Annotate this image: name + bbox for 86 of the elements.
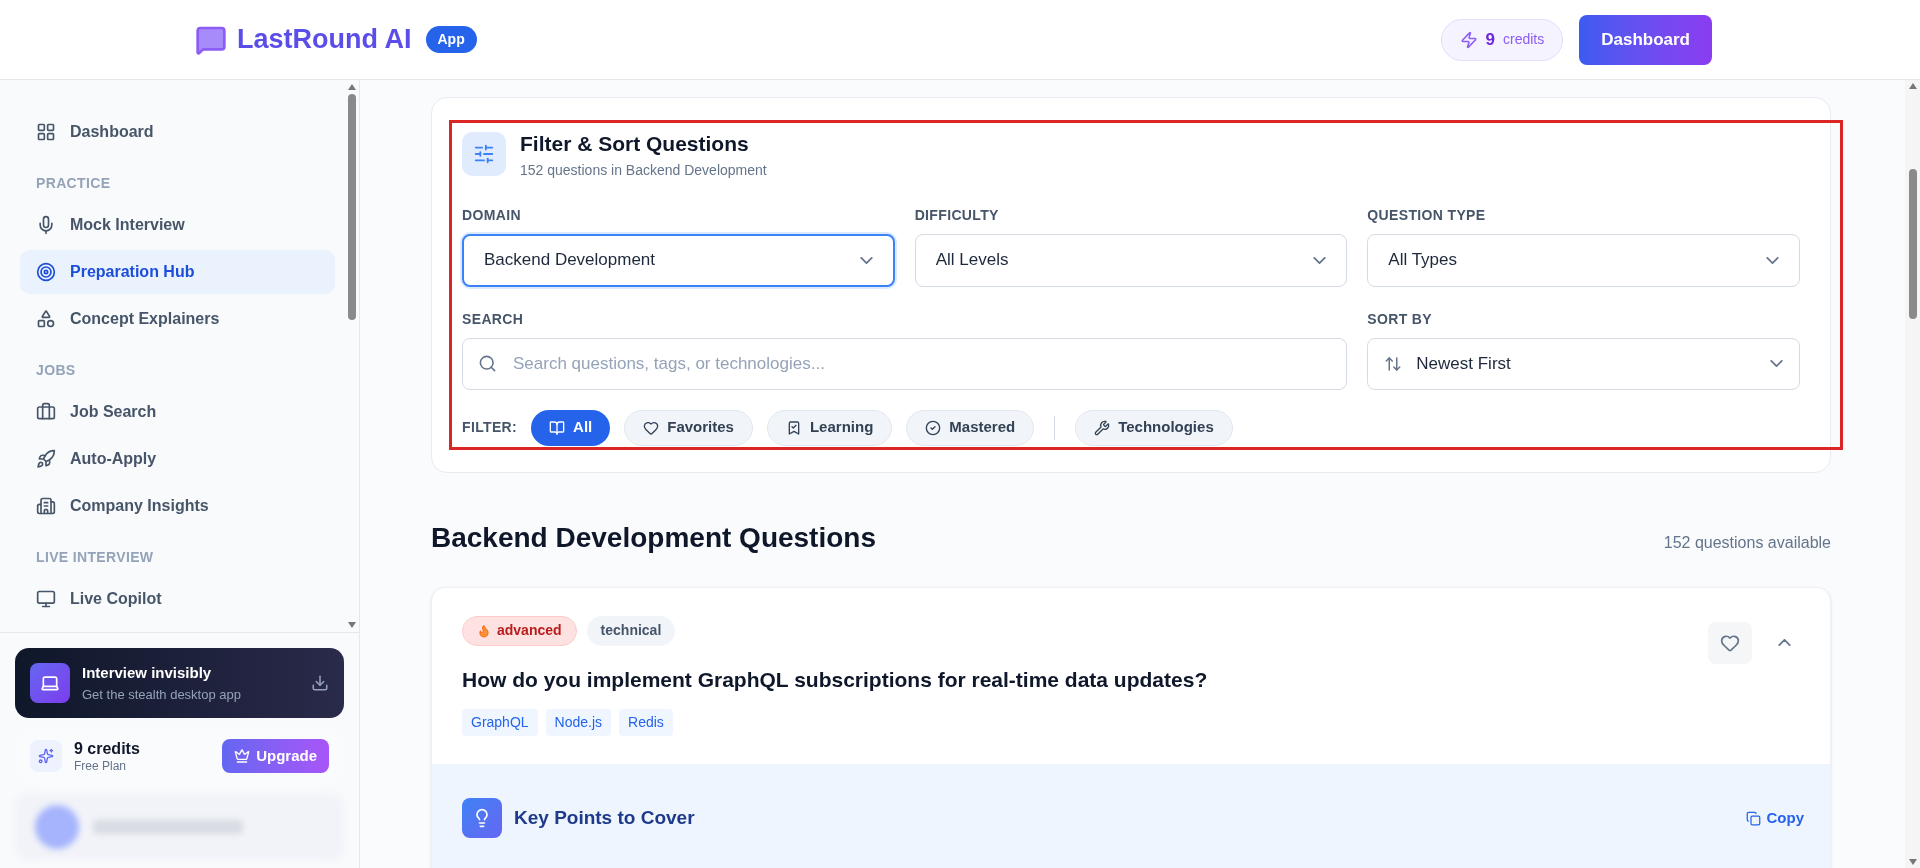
sidebar-item[interactable]: Dashboard bbox=[20, 110, 335, 154]
grid-icon bbox=[36, 122, 56, 142]
field-label: SORT BY bbox=[1367, 309, 1433, 329]
sidebar-item[interactable]: Concept Explainers bbox=[20, 297, 335, 341]
chevron-down-icon bbox=[859, 256, 873, 264]
briefcase-icon bbox=[36, 402, 56, 422]
building-icon bbox=[36, 496, 56, 516]
credits-pill[interactable]: 9 credits bbox=[1440, 18, 1564, 61]
rocket-icon bbox=[36, 449, 56, 469]
microphone-icon bbox=[36, 215, 56, 235]
type-badge: technical bbox=[586, 615, 676, 646]
field-label: DOMAIN bbox=[462, 205, 522, 225]
chevron-down-icon bbox=[1313, 256, 1327, 264]
sidebar-item[interactable]: Company Insights bbox=[20, 484, 335, 528]
scrollbar-thumb[interactable] bbox=[1908, 169, 1917, 319]
promo-subtitle: Get the stealth desktop app bbox=[82, 685, 242, 704]
question-count: 152 questions available bbox=[1663, 532, 1831, 553]
dropdown-select[interactable]: All Levels bbox=[914, 233, 1348, 287]
tech-tag: Redis bbox=[619, 709, 673, 736]
app-badge: App bbox=[425, 26, 477, 53]
filter-label: FILTER: bbox=[462, 418, 518, 437]
panel-title: Filter & Sort Questions bbox=[520, 131, 750, 157]
scroll-down-arrow-icon[interactable] bbox=[348, 622, 356, 628]
search-field[interactable]: Search questions, tags, or technologies... bbox=[462, 337, 1348, 390]
key-points-title: Key Points to Cover bbox=[514, 805, 696, 830]
target-icon bbox=[36, 262, 56, 282]
sort-arrows-icon bbox=[1384, 354, 1403, 373]
tech-tag: Node.js bbox=[545, 709, 612, 736]
monitor-icon bbox=[36, 589, 56, 609]
heart-icon bbox=[1719, 632, 1741, 653]
chevron-up-icon bbox=[1777, 639, 1791, 646]
filter-chip[interactable]: All bbox=[531, 409, 611, 446]
dashboard-button[interactable]: Dashboard bbox=[1579, 14, 1712, 65]
sidebar-item[interactable]: Preparation Hub bbox=[20, 250, 335, 294]
wrench-icon bbox=[1094, 419, 1111, 436]
dropdown-select[interactable]: All Types bbox=[1367, 233, 1800, 287]
scroll-up-arrow-icon[interactable] bbox=[1908, 83, 1917, 89]
scrollbar-thumb[interactable] bbox=[348, 94, 356, 320]
difficulty-badge: advanced bbox=[462, 615, 577, 646]
tech-tag: GraphQL bbox=[462, 709, 538, 736]
filter-chip[interactable]: Learning bbox=[766, 409, 893, 446]
chevron-down-icon bbox=[1766, 256, 1779, 264]
question-title: How do you implement GraphQL subscriptions for real-time data updates? bbox=[462, 666, 1209, 693]
plan-text: Free Plan bbox=[74, 758, 128, 774]
logo-text: LastRound AI bbox=[237, 23, 412, 57]
promo-card[interactable]: Interview invisibly Get the stealth desktop app bbox=[15, 648, 344, 718]
field-label: SEARCH bbox=[462, 309, 525, 329]
copy-button[interactable]: Copy bbox=[1745, 806, 1804, 830]
book-icon bbox=[549, 419, 566, 436]
scroll-down-arrow-icon[interactable] bbox=[1908, 859, 1917, 865]
lightbulb-icon bbox=[462, 798, 502, 838]
upgrade-button[interactable]: Upgrade bbox=[222, 739, 329, 773]
search-icon bbox=[478, 353, 497, 373]
sidebar-item[interactable]: Auto-Apply bbox=[20, 437, 335, 481]
heart-icon bbox=[643, 419, 660, 436]
filter-chip[interactable]: Mastered bbox=[906, 409, 1035, 446]
panel-subtitle: 152 questions in Backend Development bbox=[520, 160, 767, 180]
scroll-up-arrow-icon[interactable] bbox=[348, 84, 356, 90]
section-heading: Backend Development Questions bbox=[431, 520, 876, 555]
chevron-down-icon bbox=[1770, 360, 1783, 367]
field-label: QUESTION TYPE bbox=[1367, 205, 1487, 225]
download-icon[interactable] bbox=[311, 674, 329, 692]
favorite-button[interactable] bbox=[1708, 621, 1752, 664]
copy-icon bbox=[1745, 810, 1761, 826]
lightning-icon bbox=[1459, 30, 1478, 49]
sparkles-icon bbox=[30, 740, 62, 772]
filter-chip[interactable]: Technologies bbox=[1075, 409, 1233, 446]
sliders-icon bbox=[462, 132, 506, 177]
credits-label: credits bbox=[1502, 30, 1545, 49]
crown-icon bbox=[234, 748, 251, 764]
sidebar-item[interactable]: Live Copilot bbox=[20, 577, 335, 621]
sort-select[interactable]: Newest First bbox=[1367, 337, 1800, 390]
laptop-icon bbox=[30, 663, 70, 703]
check-circle-icon bbox=[925, 419, 942, 436]
section-heading: PRACTICE bbox=[35, 174, 112, 193]
promo-title: Interview invisibly bbox=[82, 663, 213, 683]
dropdown-select[interactable]: Backend Development bbox=[462, 233, 895, 287]
credits-count: 9 bbox=[1485, 28, 1495, 51]
sidebar-item[interactable]: Mock Interview bbox=[20, 203, 335, 247]
section-heading: JOBS bbox=[35, 361, 77, 380]
section-heading: LIVE INTERVIEW bbox=[35, 548, 155, 567]
shapes-icon bbox=[36, 309, 56, 329]
filter-chip[interactable]: Favorites bbox=[624, 409, 753, 446]
credits-text: 9 credits bbox=[74, 738, 141, 759]
sidebar-item[interactable]: Job Search bbox=[20, 390, 335, 434]
field-label: DIFFICULTY bbox=[914, 205, 1000, 225]
